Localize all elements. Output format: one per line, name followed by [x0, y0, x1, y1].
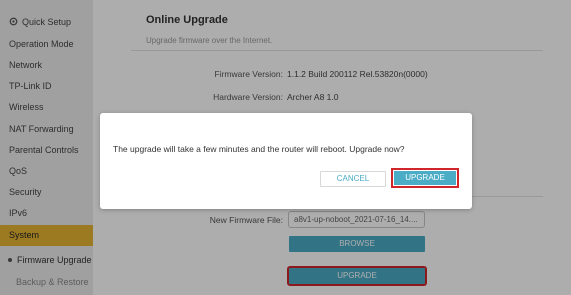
dialog-message: The upgrade will take a few minutes and …: [113, 144, 405, 154]
dialog-upgrade-label: UPGRADE: [394, 171, 456, 185]
dialog-upgrade-button[interactable]: UPGRADE: [391, 168, 459, 188]
confirm-dialog: The upgrade will take a few minutes and …: [100, 113, 472, 209]
cancel-button[interactable]: CANCEL: [320, 171, 386, 187]
